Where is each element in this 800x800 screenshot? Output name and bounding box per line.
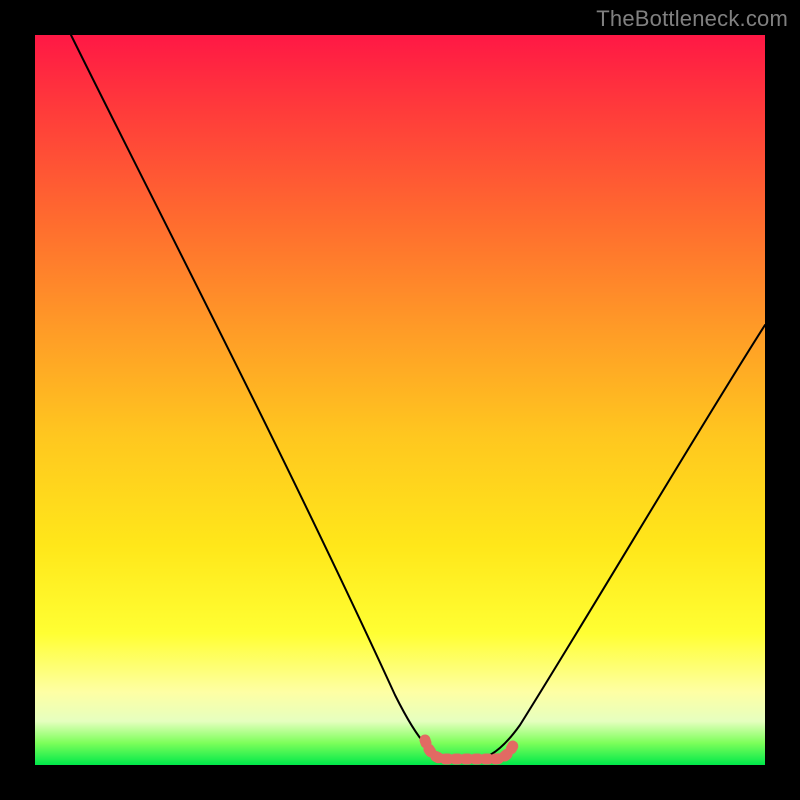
bottleneck-curve-path [71, 35, 765, 761]
optimal-range-marker [425, 740, 515, 759]
curve-layer [35, 35, 765, 765]
plot-area [35, 35, 765, 765]
chart-frame: TheBottleneck.com [0, 0, 800, 800]
watermark-text: TheBottleneck.com [596, 6, 788, 32]
